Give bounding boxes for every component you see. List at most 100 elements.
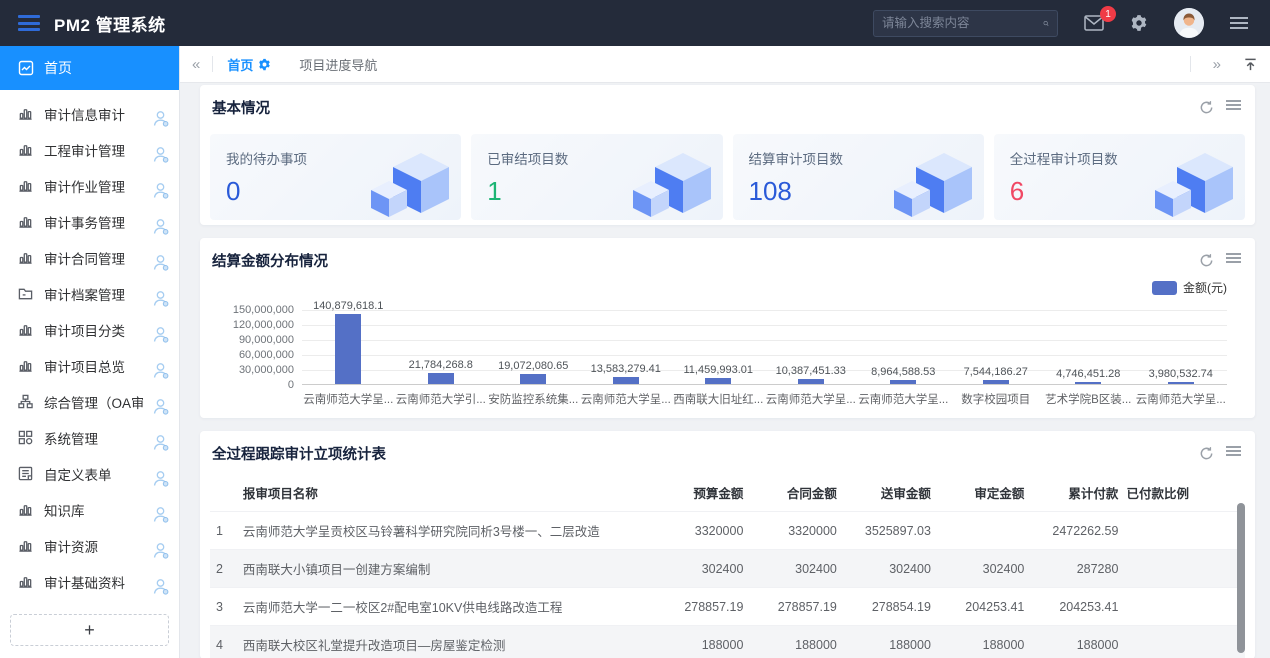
user-gear-icon[interactable] bbox=[153, 254, 169, 271]
tracking-table: 报审项目名称 预算金额 合同金额 送审金额 审定金额 累计付款 已付款比例 1云… bbox=[210, 474, 1245, 658]
sidebar-item-label: 综合管理（OA审批） bbox=[44, 392, 143, 412]
sidebar-item[interactable]: 工程审计管理 bbox=[0, 132, 179, 168]
sidebar-item-label: 审计资源 bbox=[44, 536, 143, 556]
refresh-icon[interactable] bbox=[1199, 253, 1214, 268]
search-icon[interactable] bbox=[1043, 16, 1049, 31]
tabs-scroll-right-icon[interactable]: » bbox=[1201, 56, 1233, 73]
sidebar-item[interactable]: 审计事务管理 bbox=[0, 204, 179, 240]
panel-menu-icon[interactable] bbox=[1226, 100, 1241, 115]
panel-settlement-chart: 结算金额分布情况 金额(元) 150,000,000120,000,00090,… bbox=[200, 238, 1255, 418]
bar-value-label: 10,387,451.33 bbox=[776, 365, 846, 377]
chart-legend[interactable]: 金额(元) bbox=[210, 279, 1227, 296]
tab-home[interactable]: 首页 bbox=[213, 46, 285, 82]
chart-bar-column: 4,746,451.28 bbox=[1042, 310, 1135, 384]
user-avatar[interactable] bbox=[1174, 8, 1204, 38]
sidebar-item[interactable]: 审计项目分类 bbox=[0, 312, 179, 348]
user-gear-icon[interactable] bbox=[153, 578, 169, 595]
panel-menu-icon[interactable] bbox=[1226, 446, 1241, 461]
sidebar-item[interactable]: 审计信息审计 bbox=[0, 96, 179, 132]
stat-card-illustration bbox=[363, 147, 455, 220]
refresh-icon[interactable] bbox=[1199, 100, 1214, 115]
stat-card[interactable]: 结算审计项目数108 bbox=[733, 134, 984, 220]
chart-bar[interactable] bbox=[1168, 382, 1194, 384]
stat-card[interactable]: 全过程审计项目数6 bbox=[994, 134, 1245, 220]
x-axis-category-label: 安防监控系统集... bbox=[487, 389, 580, 407]
fold-up-icon[interactable] bbox=[1243, 57, 1258, 72]
table-scrollbar-thumb[interactable] bbox=[1237, 503, 1245, 653]
table-row[interactable]: 1云南师范大学呈贡校区马铃薯科学研究院同析3号楼一、二层改造3320000332… bbox=[210, 512, 1245, 550]
y-axis-tick-label: 90,000,000 bbox=[239, 334, 294, 346]
sidebar-item[interactable]: 综合管理（OA审批） bbox=[0, 384, 179, 420]
more-menu-icon[interactable] bbox=[1230, 17, 1248, 29]
chart-bar[interactable] bbox=[335, 314, 361, 384]
tab-gear-icon[interactable] bbox=[258, 58, 271, 71]
cell-paid: 2472262.59 bbox=[1028, 512, 1122, 550]
sidebar-item[interactable]: 审计作业管理 bbox=[0, 168, 179, 204]
x-axis-category-label: 数字校园项目 bbox=[950, 389, 1043, 407]
cell-submitted: 188000 bbox=[841, 626, 935, 658]
chart-bar[interactable] bbox=[428, 373, 454, 384]
cell-paid: 287280 bbox=[1028, 550, 1122, 588]
stat-card[interactable]: 已审结项目数1 bbox=[471, 134, 722, 220]
cell-paid: 204253.41 bbox=[1028, 588, 1122, 626]
settings-gear-icon[interactable] bbox=[1130, 14, 1148, 32]
user-gear-icon[interactable] bbox=[153, 146, 169, 163]
sidebar-item[interactable]: 审计基础资料 bbox=[0, 564, 179, 600]
sidebar-item[interactable]: 系统管理 bbox=[0, 420, 179, 456]
search-box[interactable] bbox=[873, 10, 1058, 37]
chart-bar[interactable] bbox=[983, 380, 1009, 384]
cell-submitted: 302400 bbox=[841, 550, 935, 588]
sidebar-item[interactable]: 自定义表单 bbox=[0, 456, 179, 492]
table-row[interactable]: 4西南联大校区礼堂提升改造项目—房屋鉴定检测188000188000188000… bbox=[210, 626, 1245, 658]
tab-bar: « 首页 项目进度导航 » bbox=[180, 46, 1270, 83]
sidebar-item[interactable]: 审计资源 bbox=[0, 528, 179, 564]
table-header-row: 报审项目名称 预算金额 合同金额 送审金额 审定金额 累计付款 已付款比例 bbox=[210, 474, 1245, 512]
bar-value-label: 4,746,451.28 bbox=[1056, 368, 1120, 380]
user-gear-icon[interactable] bbox=[153, 542, 169, 559]
cell-ratio bbox=[1122, 626, 1245, 658]
sidebar-item[interactable]: 审计项目总览 bbox=[0, 348, 179, 384]
tab-project-progress-nav[interactable]: 项目进度导航 bbox=[285, 46, 391, 82]
chart-bar[interactable] bbox=[613, 377, 639, 384]
search-input[interactable] bbox=[882, 16, 1043, 30]
chart-bar[interactable] bbox=[705, 378, 731, 384]
col-header-contract: 合同金额 bbox=[747, 474, 840, 512]
user-gear-icon[interactable] bbox=[153, 506, 169, 523]
sidebar-item[interactable]: 审计档案管理 bbox=[0, 276, 179, 312]
refresh-icon[interactable] bbox=[1199, 446, 1214, 461]
user-gear-icon[interactable] bbox=[153, 218, 169, 235]
sidebar-item[interactable]: 审计合同管理 bbox=[0, 240, 179, 276]
user-gear-icon[interactable] bbox=[153, 434, 169, 451]
table-panel-title: 全过程跟踪审计立项统计表 bbox=[212, 443, 386, 464]
panel-tracking-table: 全过程跟踪审计立项统计表 报审项目名称 预算金额 合同金额 送审金额 审定金额 … bbox=[200, 431, 1255, 658]
user-gear-icon[interactable] bbox=[153, 182, 169, 199]
user-gear-icon[interactable] bbox=[153, 326, 169, 343]
chart-bar-column: 21,784,268.8 bbox=[395, 310, 488, 384]
chart-bar[interactable] bbox=[1075, 382, 1101, 384]
sidebar-item-home[interactable]: 首页 bbox=[0, 46, 179, 90]
user-gear-icon[interactable] bbox=[153, 290, 169, 307]
stat-card[interactable]: 我的待办事项0 bbox=[210, 134, 461, 220]
bar-chart-icon bbox=[18, 538, 34, 554]
mail-icon[interactable]: 1 bbox=[1084, 15, 1104, 31]
bar-chart-icon bbox=[18, 178, 34, 194]
hamburger-menu-icon[interactable] bbox=[18, 15, 40, 31]
table-row[interactable]: 2西南联大小镇项目一创建方案编制302400302400302400302400… bbox=[210, 550, 1245, 588]
user-gear-icon[interactable] bbox=[153, 110, 169, 127]
chart-bar[interactable] bbox=[520, 374, 546, 384]
tabs-scroll-left-icon[interactable]: « bbox=[180, 56, 212, 73]
add-menu-button[interactable]: + bbox=[10, 614, 169, 646]
panel-menu-icon[interactable] bbox=[1226, 253, 1241, 268]
user-gear-icon[interactable] bbox=[153, 470, 169, 487]
x-axis-category-label: 西南联大旧址红... bbox=[672, 389, 765, 407]
cell-ratio bbox=[1122, 550, 1245, 588]
cell-submitted: 278854.19 bbox=[841, 588, 935, 626]
chart-bar[interactable] bbox=[890, 380, 916, 384]
sidebar-item-label: 审计作业管理 bbox=[44, 176, 143, 196]
chart-bar[interactable] bbox=[798, 379, 824, 384]
sidebar-item[interactable]: 知识库 bbox=[0, 492, 179, 528]
user-gear-icon[interactable] bbox=[153, 398, 169, 415]
table-row[interactable]: 3云南师范大学一二一校区2#配电室10KV供电线路改造工程278857.1927… bbox=[210, 588, 1245, 626]
user-gear-icon[interactable] bbox=[153, 362, 169, 379]
home-dashboard-icon bbox=[18, 60, 34, 76]
